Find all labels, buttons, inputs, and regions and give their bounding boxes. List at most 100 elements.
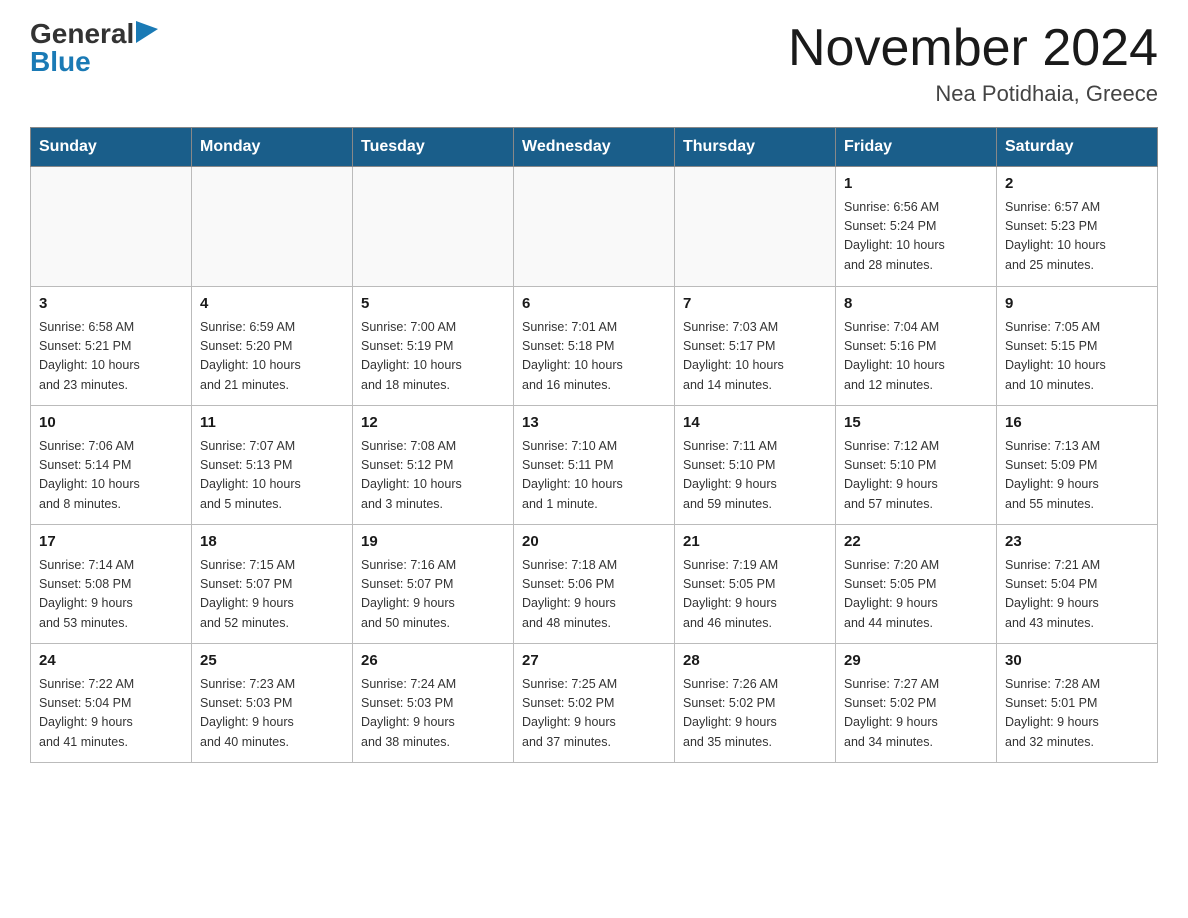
day-info: Sunrise: 7:06 AM Sunset: 5:14 PM Dayligh… xyxy=(39,437,183,515)
weekday-header-row: SundayMondayTuesdayWednesdayThursdayFrid… xyxy=(31,128,1158,167)
logo-blue-text: Blue xyxy=(30,48,91,76)
day-info: Sunrise: 7:13 AM Sunset: 5:09 PM Dayligh… xyxy=(1005,437,1149,515)
calendar-cell: 16Sunrise: 7:13 AM Sunset: 5:09 PM Dayli… xyxy=(997,406,1158,525)
day-info: Sunrise: 7:15 AM Sunset: 5:07 PM Dayligh… xyxy=(200,556,344,634)
day-number: 2 xyxy=(1005,173,1149,196)
day-number: 18 xyxy=(200,531,344,554)
day-info: Sunrise: 7:05 AM Sunset: 5:15 PM Dayligh… xyxy=(1005,318,1149,396)
day-number: 25 xyxy=(200,650,344,673)
calendar-cell: 10Sunrise: 7:06 AM Sunset: 5:14 PM Dayli… xyxy=(31,406,192,525)
day-number: 8 xyxy=(844,293,988,316)
calendar-table: SundayMondayTuesdayWednesdayThursdayFrid… xyxy=(30,127,1158,763)
logo-general-text: General xyxy=(30,20,134,48)
day-number: 16 xyxy=(1005,412,1149,435)
calendar-cell: 19Sunrise: 7:16 AM Sunset: 5:07 PM Dayli… xyxy=(353,525,514,644)
day-number: 29 xyxy=(844,650,988,673)
calendar-week-2: 3Sunrise: 6:58 AM Sunset: 5:21 PM Daylig… xyxy=(31,287,1158,406)
day-info: Sunrise: 7:12 AM Sunset: 5:10 PM Dayligh… xyxy=(844,437,988,515)
logo-icon xyxy=(136,21,158,43)
calendar-cell: 30Sunrise: 7:28 AM Sunset: 5:01 PM Dayli… xyxy=(997,644,1158,763)
day-info: Sunrise: 6:56 AM Sunset: 5:24 PM Dayligh… xyxy=(844,198,988,276)
weekday-header-friday: Friday xyxy=(836,128,997,167)
day-number: 6 xyxy=(522,293,666,316)
calendar-week-1: 1Sunrise: 6:56 AM Sunset: 5:24 PM Daylig… xyxy=(31,167,1158,287)
day-info: Sunrise: 7:24 AM Sunset: 5:03 PM Dayligh… xyxy=(361,675,505,753)
calendar-cell: 8Sunrise: 7:04 AM Sunset: 5:16 PM Daylig… xyxy=(836,287,997,406)
page-header: General Blue November 2024 Nea Potidhaia… xyxy=(30,20,1158,107)
calendar-cell: 21Sunrise: 7:19 AM Sunset: 5:05 PM Dayli… xyxy=(675,525,836,644)
calendar-week-4: 17Sunrise: 7:14 AM Sunset: 5:08 PM Dayli… xyxy=(31,525,1158,644)
day-number: 23 xyxy=(1005,531,1149,554)
day-info: Sunrise: 7:00 AM Sunset: 5:19 PM Dayligh… xyxy=(361,318,505,396)
weekday-header-tuesday: Tuesday xyxy=(353,128,514,167)
day-info: Sunrise: 7:19 AM Sunset: 5:05 PM Dayligh… xyxy=(683,556,827,634)
calendar-cell: 13Sunrise: 7:10 AM Sunset: 5:11 PM Dayli… xyxy=(514,406,675,525)
calendar-cell: 1Sunrise: 6:56 AM Sunset: 5:24 PM Daylig… xyxy=(836,167,997,287)
day-number: 11 xyxy=(200,412,344,435)
calendar-cell xyxy=(675,167,836,287)
day-number: 20 xyxy=(522,531,666,554)
day-info: Sunrise: 7:08 AM Sunset: 5:12 PM Dayligh… xyxy=(361,437,505,515)
day-number: 27 xyxy=(522,650,666,673)
weekday-header-thursday: Thursday xyxy=(675,128,836,167)
day-number: 12 xyxy=(361,412,505,435)
day-number: 17 xyxy=(39,531,183,554)
day-info: Sunrise: 7:25 AM Sunset: 5:02 PM Dayligh… xyxy=(522,675,666,753)
calendar-cell: 4Sunrise: 6:59 AM Sunset: 5:20 PM Daylig… xyxy=(192,287,353,406)
month-title: November 2024 xyxy=(788,20,1158,77)
day-number: 26 xyxy=(361,650,505,673)
title-block: November 2024 Nea Potidhaia, Greece xyxy=(788,20,1158,107)
calendar-cell: 28Sunrise: 7:26 AM Sunset: 5:02 PM Dayli… xyxy=(675,644,836,763)
calendar-cell: 20Sunrise: 7:18 AM Sunset: 5:06 PM Dayli… xyxy=(514,525,675,644)
calendar-week-5: 24Sunrise: 7:22 AM Sunset: 5:04 PM Dayli… xyxy=(31,644,1158,763)
day-info: Sunrise: 7:27 AM Sunset: 5:02 PM Dayligh… xyxy=(844,675,988,753)
day-info: Sunrise: 7:21 AM Sunset: 5:04 PM Dayligh… xyxy=(1005,556,1149,634)
day-info: Sunrise: 7:07 AM Sunset: 5:13 PM Dayligh… xyxy=(200,437,344,515)
day-number: 13 xyxy=(522,412,666,435)
logo: General Blue xyxy=(30,20,158,76)
calendar-cell xyxy=(353,167,514,287)
day-number: 15 xyxy=(844,412,988,435)
calendar-cell: 6Sunrise: 7:01 AM Sunset: 5:18 PM Daylig… xyxy=(514,287,675,406)
day-info: Sunrise: 7:23 AM Sunset: 5:03 PM Dayligh… xyxy=(200,675,344,753)
day-info: Sunrise: 7:04 AM Sunset: 5:16 PM Dayligh… xyxy=(844,318,988,396)
calendar-cell: 25Sunrise: 7:23 AM Sunset: 5:03 PM Dayli… xyxy=(192,644,353,763)
calendar-cell: 18Sunrise: 7:15 AM Sunset: 5:07 PM Dayli… xyxy=(192,525,353,644)
calendar-cell xyxy=(31,167,192,287)
calendar-cell: 15Sunrise: 7:12 AM Sunset: 5:10 PM Dayli… xyxy=(836,406,997,525)
calendar-cell: 26Sunrise: 7:24 AM Sunset: 5:03 PM Dayli… xyxy=(353,644,514,763)
day-number: 1 xyxy=(844,173,988,196)
calendar-cell: 7Sunrise: 7:03 AM Sunset: 5:17 PM Daylig… xyxy=(675,287,836,406)
day-info: Sunrise: 7:22 AM Sunset: 5:04 PM Dayligh… xyxy=(39,675,183,753)
calendar-cell: 3Sunrise: 6:58 AM Sunset: 5:21 PM Daylig… xyxy=(31,287,192,406)
day-info: Sunrise: 7:10 AM Sunset: 5:11 PM Dayligh… xyxy=(522,437,666,515)
day-number: 19 xyxy=(361,531,505,554)
calendar-cell: 2Sunrise: 6:57 AM Sunset: 5:23 PM Daylig… xyxy=(997,167,1158,287)
day-info: Sunrise: 6:57 AM Sunset: 5:23 PM Dayligh… xyxy=(1005,198,1149,276)
day-number: 21 xyxy=(683,531,827,554)
calendar-cell: 9Sunrise: 7:05 AM Sunset: 5:15 PM Daylig… xyxy=(997,287,1158,406)
day-info: Sunrise: 7:01 AM Sunset: 5:18 PM Dayligh… xyxy=(522,318,666,396)
day-info: Sunrise: 7:26 AM Sunset: 5:02 PM Dayligh… xyxy=(683,675,827,753)
calendar-cell xyxy=(514,167,675,287)
day-info: Sunrise: 7:28 AM Sunset: 5:01 PM Dayligh… xyxy=(1005,675,1149,753)
day-number: 10 xyxy=(39,412,183,435)
calendar-cell: 27Sunrise: 7:25 AM Sunset: 5:02 PM Dayli… xyxy=(514,644,675,763)
weekday-header-sunday: Sunday xyxy=(31,128,192,167)
day-info: Sunrise: 6:59 AM Sunset: 5:20 PM Dayligh… xyxy=(200,318,344,396)
day-info: Sunrise: 7:03 AM Sunset: 5:17 PM Dayligh… xyxy=(683,318,827,396)
calendar-week-3: 10Sunrise: 7:06 AM Sunset: 5:14 PM Dayli… xyxy=(31,406,1158,525)
calendar-cell: 29Sunrise: 7:27 AM Sunset: 5:02 PM Dayli… xyxy=(836,644,997,763)
day-number: 9 xyxy=(1005,293,1149,316)
day-info: Sunrise: 7:18 AM Sunset: 5:06 PM Dayligh… xyxy=(522,556,666,634)
day-number: 14 xyxy=(683,412,827,435)
day-number: 24 xyxy=(39,650,183,673)
calendar-cell: 14Sunrise: 7:11 AM Sunset: 5:10 PM Dayli… xyxy=(675,406,836,525)
day-number: 22 xyxy=(844,531,988,554)
calendar-cell: 11Sunrise: 7:07 AM Sunset: 5:13 PM Dayli… xyxy=(192,406,353,525)
weekday-header-wednesday: Wednesday xyxy=(514,128,675,167)
weekday-header-monday: Monday xyxy=(192,128,353,167)
day-number: 30 xyxy=(1005,650,1149,673)
day-info: Sunrise: 6:58 AM Sunset: 5:21 PM Dayligh… xyxy=(39,318,183,396)
location-title: Nea Potidhaia, Greece xyxy=(788,81,1158,107)
